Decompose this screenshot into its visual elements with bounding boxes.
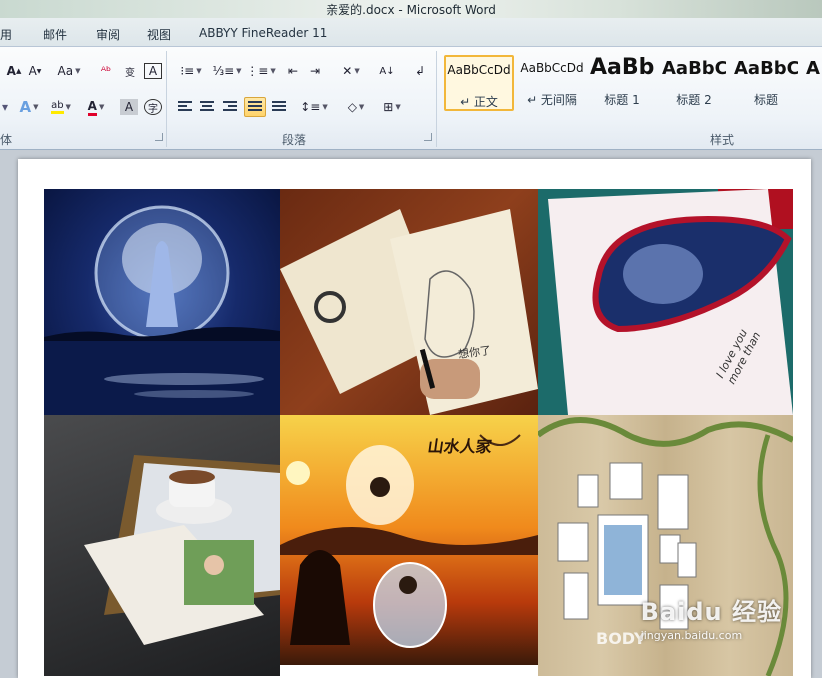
- photo-sketch-notebook: 想你了: [280, 189, 538, 415]
- justify-icon[interactable]: [244, 97, 266, 117]
- watermark-url: jingyan.baidu.com: [640, 629, 743, 642]
- asian-layout-icon[interactable]: ✕ ▼: [338, 61, 364, 81]
- shrink-font-icon[interactable]: A ▼: [26, 61, 44, 81]
- style-sample: AaBbCcDd: [520, 61, 584, 75]
- title-bar: 亲爱的.docx - Microsoft Word: [0, 0, 822, 18]
- body-label: BODY: [596, 629, 646, 648]
- line-spacing-icon[interactable]: ↕≡ ▼: [300, 97, 328, 117]
- style-no-spacing[interactable]: AaBbCcDd ↵ 无间隔: [517, 55, 587, 111]
- style-heading-2[interactable]: AaBbC 标题 2: [662, 55, 726, 111]
- borders-icon[interactable]: ⊞ ▼: [378, 97, 406, 117]
- photo-coffee-journal-art: [84, 455, 280, 645]
- multilevel-list-icon[interactable]: ⋮≡ ▼: [246, 61, 276, 81]
- tab-mailings[interactable]: 邮件: [43, 26, 67, 43]
- style-sample: AaBbC: [734, 58, 798, 79]
- paragraph-dialog-launcher-icon[interactable]: [424, 133, 432, 141]
- baidu-watermark: Baidu 经验 jingyan.baidu.com: [641, 592, 782, 642]
- style-subtitle-partial[interactable]: A: [806, 55, 822, 111]
- decrease-indent-icon[interactable]: ⇤: [284, 61, 302, 81]
- poster-title: 山水人家: [426, 437, 494, 456]
- char-shading-icon[interactable]: A: [120, 99, 138, 115]
- char-border-icon[interactable]: A: [144, 63, 162, 79]
- watermark-brand: Baidu 经验: [640, 598, 782, 626]
- enclose-char-icon[interactable]: 字: [144, 99, 162, 115]
- style-title[interactable]: AaBbC 标题: [734, 55, 798, 111]
- phonetic-guide-icon[interactable]: 变: [120, 61, 140, 81]
- group-separator: [436, 51, 437, 147]
- shading-icon[interactable]: ◇ ▼: [342, 97, 370, 117]
- text-effect-icon[interactable]: A ▼: [18, 97, 40, 117]
- style-sample: A: [806, 58, 820, 79]
- align-center-icon[interactable]: [198, 97, 216, 117]
- styles-group-label: 样式: [710, 133, 735, 147]
- style-sample: AaBbC: [662, 58, 726, 79]
- align-right-icon[interactable]: [221, 97, 239, 117]
- paragraph-group-label: 段落: [282, 133, 307, 147]
- style-name: ↵ 无间隔: [527, 93, 577, 107]
- photo-heart-card: I love you more than: [538, 189, 793, 415]
- increase-indent-icon[interactable]: ⇥: [306, 61, 324, 81]
- style-normal[interactable]: AaBbCcDd ↵ 正文: [444, 55, 514, 111]
- style-name: 标题 1: [604, 93, 640, 107]
- tab-insert-partial[interactable]: 用: [0, 26, 12, 43]
- align-left-icon[interactable]: [176, 97, 194, 117]
- photo-sunset-poster: 山水人家: [280, 415, 538, 665]
- photo-moon-bubble-art: [44, 205, 280, 415]
- bullets-icon[interactable]: ⁝≡ ▼: [176, 61, 206, 81]
- change-case-icon[interactable]: Aa ▼: [56, 61, 82, 81]
- clear-format-icon[interactable]: ᴬᵇ: [96, 61, 116, 81]
- style-sample: AaBb: [590, 55, 654, 80]
- sort-icon[interactable]: A↓: [377, 61, 397, 81]
- show-marks-icon[interactable]: ↲: [412, 61, 428, 81]
- tab-view[interactable]: 视图: [147, 26, 171, 43]
- font-dropdown-edge-icon[interactable]: ▾: [0, 97, 10, 117]
- photo-heart-card-art: [548, 189, 793, 415]
- ribbon: A ▲ A ▼ Aa ▼ ᴬᵇ 变 A ▾ A ▼ ab ▼ A ▼ A 字 体 ⁝≡ ▼ ⅓…: [0, 46, 822, 150]
- highlight-icon[interactable]: ab ▼: [48, 97, 74, 117]
- style-name: 标题: [753, 93, 778, 107]
- font-dialog-launcher-icon[interactable]: [155, 133, 163, 141]
- photo-moon-bubble: [44, 189, 280, 415]
- style-heading-1[interactable]: AaBb 标题 1: [590, 55, 654, 111]
- group-separator: [166, 51, 167, 147]
- font-group-label: 体: [0, 133, 13, 147]
- photo-coffee-journal: [44, 415, 280, 676]
- distribute-icon[interactable]: [270, 97, 288, 117]
- photo-sunset-poster-art: [280, 434, 538, 648]
- tab-review[interactable]: 审阅: [96, 26, 120, 43]
- style-name: 标题 2: [676, 93, 712, 107]
- style-sample: AaBbCcDd: [447, 63, 511, 77]
- tab-abbyy[interactable]: ABBYY FineReader 11: [199, 26, 327, 40]
- numbering-icon[interactable]: ⅓≡ ▼: [212, 61, 242, 81]
- photo-sketch-notebook-art: [280, 209, 538, 415]
- style-name: ↵ 正文: [460, 95, 498, 109]
- ribbon-tabs: 用 邮件 审阅 视图 ABBYY FineReader 11: [0, 18, 822, 46]
- font-color-icon[interactable]: A ▼: [84, 97, 108, 117]
- grow-font-icon[interactable]: A ▲: [4, 61, 24, 81]
- window-title: 亲爱的.docx - Microsoft Word: [326, 3, 496, 17]
